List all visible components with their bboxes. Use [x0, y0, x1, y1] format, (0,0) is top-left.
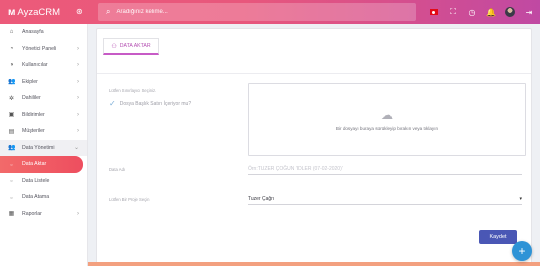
top-icons: ⛶ ◷ 🔔 ⇥ — [429, 0, 534, 24]
sidebar-item-label: Ekipler — [22, 78, 38, 85]
dropdown-arrow-icon: ▾ — [519, 195, 522, 202]
sidebar-item-label: Yönetici Paneli — [22, 45, 57, 52]
chevron-right-icon: › — [77, 45, 79, 52]
sidebar-item-label: Data Atama — [22, 194, 50, 201]
file-dropzone[interactable]: ☁ Bir dosyayı buraya sürükleyip bırakın … — [248, 83, 526, 156]
chevron-right-icon: › — [77, 78, 79, 85]
sidebar-item-label: Kullanıcılar — [22, 62, 48, 69]
chevron-down-icon: ⌄ — [73, 145, 79, 152]
tab-data-aktar[interactable]: ⚇ DATA AKTAR — [103, 38, 159, 55]
sidebar-item-label: Dahililer — [22, 95, 41, 102]
search-bar[interactable]: ⌕ Aradığınız kelime... — [98, 3, 416, 21]
sidebar-item-dahililer[interactable]: ✲ Dahililer › — [0, 90, 87, 107]
language-button[interactable] — [429, 7, 439, 17]
search-input[interactable]: Aradığınız kelime... — [116, 9, 167, 15]
avatar — [505, 7, 515, 17]
sidebar-item-raporlar[interactable]: ▦ Raporlar › — [0, 206, 87, 223]
sidebar-item-bildirimler[interactable]: ▣ Bildirimler › — [0, 107, 87, 124]
notification-icon: ▣ — [8, 112, 15, 119]
check-icon: ✓ — [109, 99, 116, 108]
fullscreen-icon[interactable]: ⛶ — [448, 7, 458, 17]
data-name-label: Data Adı — [109, 167, 126, 172]
sidebar-item-data-yonetimi[interactable]: 👥 Data Yönetimi ⌄ — [0, 139, 87, 156]
logout-icon[interactable]: ⇥ — [524, 7, 534, 17]
sidebar-item-yonetici-paneli[interactable]: ◔ Yönetici Paneli › — [0, 41, 87, 58]
dashboard-icon: ◔ — [9, 45, 14, 52]
chevron-right-icon: › — [77, 128, 79, 135]
cloud-upload-icon: ☁ — [381, 108, 393, 122]
chevron-right-icon: › — [77, 62, 79, 69]
chevron-right-icon: › — [77, 111, 79, 118]
tr-flag-icon — [430, 9, 438, 15]
reports-icon: ▦ — [8, 211, 15, 218]
save-button[interactable]: Kaydet — [479, 230, 517, 244]
home-icon: ⌂ — [9, 29, 14, 36]
chevron-right-icon: › — [77, 95, 79, 102]
sidebar-item-kullanicilar[interactable]: ◑ Kullanıcılar › — [0, 57, 87, 74]
data-management-icon: 👥 — [8, 145, 16, 152]
app-name: AyzaCRM — [17, 6, 60, 18]
checkbox-label: Dosya Başlık Satırı İçeriyor mu? — [119, 100, 192, 107]
sidebar-item-label: Müşteriler — [22, 128, 45, 135]
logo-icon: ᴍ — [8, 6, 15, 18]
settings-icon: ✲ — [8, 95, 15, 102]
project-label: Lütfen Bir Proje Seçin — [109, 197, 150, 202]
sidebar-item-data-atama[interactable]: ○ Data Atama — [0, 189, 87, 206]
sidebar-item-label: Data Listele — [22, 177, 50, 184]
team-icon: 👥 — [8, 79, 16, 86]
bell-icon[interactable]: 🔔 — [486, 7, 496, 17]
search-icon: ⌕ — [106, 7, 111, 16]
divider — [97, 73, 531, 74]
sidebar-item-label: Anasayfa — [22, 29, 44, 36]
sidebar-toggle-icon[interactable]: ⊛ — [76, 7, 83, 16]
data-name-input[interactable]: Örn:TUZER ÇOĞUN 'IDLER (07-02-2020)' — [248, 163, 522, 175]
sidebar-item-musteriler[interactable]: ▤ Müşteriler › — [0, 123, 87, 140]
header-row-checkbox[interactable]: ✓ Dosya Başlık Satırı İçeriyor mu? — [109, 99, 191, 108]
sidebar-item-ekipler[interactable]: 👥 Ekipler › — [0, 74, 87, 91]
main-panel: ⚇ DATA AKTAR Lütfen Sınırlayıcı Seçiniz.… — [96, 28, 532, 266]
tab-label: DATA AKTAR — [119, 43, 151, 49]
add-fab-button[interactable]: + — [512, 241, 532, 261]
bullet-icon: ○ — [10, 161, 13, 167]
bullet-icon: ○ — [10, 178, 13, 184]
sidebar-item-anasayfa[interactable]: ⌂ Anasayfa — [0, 24, 87, 41]
footer-band — [88, 262, 540, 266]
sidebar-item-label: Bildirimler — [22, 111, 45, 118]
clock-icon[interactable]: ◷ — [467, 7, 477, 17]
dropzone-text: Bir dosyayı buraya sürükleyip bırakın ve… — [335, 126, 439, 131]
data-name-placeholder: Örn:TUZER ÇOĞUN 'IDLER (07-02-2020)' — [248, 165, 343, 172]
delimiter-label: Lütfen Sınırlayıcı Seçiniz. — [109, 88, 157, 93]
briefcase-icon: ▤ — [8, 128, 15, 135]
avatar-button[interactable] — [505, 7, 515, 17]
user-icon: ⚇ — [111, 43, 117, 50]
sidebar-item-label: Raporlar — [22, 210, 42, 217]
sidebar-item-data-listele[interactable]: ○ Data Listele — [0, 173, 87, 190]
project-select[interactable]: Tuzer Çağrı ▾ — [248, 193, 522, 205]
sidebar-item-label: Data Yönetimi — [22, 144, 55, 151]
sidebar-item-label: Data Aktar — [22, 161, 47, 168]
users-icon: ◑ — [9, 62, 14, 69]
sidebar: ⌂ Anasayfa ◔ Yönetici Paneli › ◑ Kullanı… — [0, 24, 88, 266]
top-bar: ᴍ AyzaCRM ⊛ ⌕ Aradığınız kelime... ⛶ ◷ 🔔… — [0, 0, 540, 24]
project-value: Tuzer Çağrı — [248, 195, 275, 202]
sidebar-item-data-aktar[interactable]: ○ Data Aktar — [0, 156, 83, 173]
chevron-right-icon: › — [77, 210, 79, 217]
bullet-icon: ○ — [10, 194, 13, 200]
brand[interactable]: ᴍ AyzaCRM ⊛ — [0, 0, 90, 24]
